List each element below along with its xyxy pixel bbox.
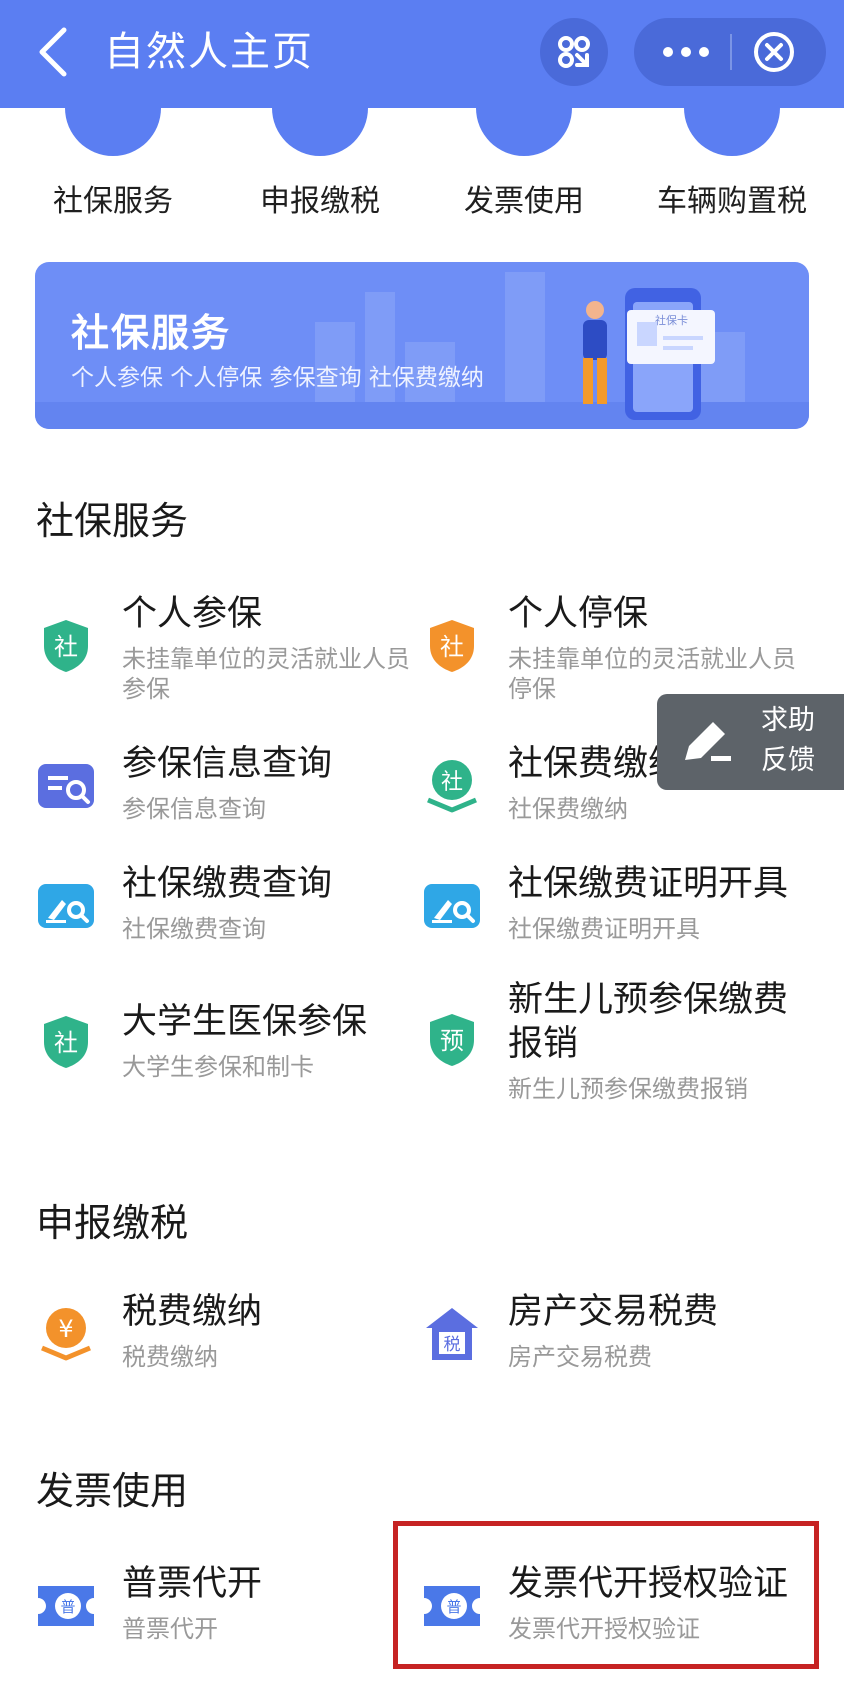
shield-social-icon: 社 — [44, 1016, 88, 1068]
service-title: 大学生医保参保 — [122, 1002, 368, 1042]
category-label: 发票使用 — [464, 184, 584, 219]
svg-text:¥: ¥ — [58, 1315, 73, 1343]
service-item[interactable]: 社 个人参保 未挂靠单位的灵活就业人员参保 — [36, 592, 416, 712]
svg-text:普: 普 — [60, 1598, 75, 1616]
section-title-social: 社保服务 — [36, 499, 189, 543]
shield-pre-icon: 预 — [430, 1014, 474, 1066]
chevron-left-icon[interactable] — [34, 24, 74, 80]
more-dots-icon[interactable] — [658, 38, 714, 66]
service-title: 社保缴费证明开具 — [508, 864, 789, 904]
social-pay-icon: 社 — [427, 760, 477, 813]
svg-text:社: 社 — [54, 1029, 78, 1057]
svg-text:社: 社 — [54, 633, 78, 661]
service-desc: 普票代开 — [122, 1615, 218, 1643]
banner-subtitle: 个人参保 个人停保 参保查询 社保费缴纳 — [71, 365, 484, 391]
service-item[interactable]: ¥ 税费缴纳 税费缴纳 — [36, 1290, 416, 1380]
service-desc: 未挂靠单位的灵活就业人员参保 — [122, 645, 410, 703]
service-title: 个人停保 — [508, 594, 649, 634]
service-desc: 房产交易税费 — [508, 1343, 652, 1371]
ticket-icon: 普 — [38, 1586, 94, 1626]
service-title: 普票代开 — [122, 1564, 263, 1604]
shield-social-stop-icon: 社 — [430, 620, 474, 672]
service-item[interactable]: 税 房产交易税费 房产交易税费 — [422, 1290, 802, 1380]
social-banner[interactable]: 社保卡 社保服务 个人参保 个人停保 参保查询 社保费缴纳 — [35, 262, 809, 429]
svg-text:税: 税 — [444, 1335, 461, 1355]
category-label: 社保服务 — [53, 184, 173, 219]
edit-search-icon — [38, 884, 94, 928]
service-title: 参保信息查询 — [122, 744, 333, 784]
banner-title: 社保服务 — [71, 311, 232, 355]
capsule-divider — [730, 34, 732, 70]
service-desc: 社保费缴纳 — [508, 795, 628, 823]
service-title: 新生儿预参保缴费报销 — [508, 980, 789, 1064]
service-desc: 社保缴费查询 — [122, 915, 266, 943]
mini-program-icon — [558, 36, 590, 68]
page-title: 自然人主页 — [104, 29, 314, 75]
list-search-icon — [38, 764, 94, 808]
help-feedback-button[interactable]: 求助 反馈 — [657, 694, 844, 790]
service-desc: 参保信息查询 — [122, 795, 266, 823]
service-desc: 新生儿预参保缴费报销 — [508, 1075, 748, 1103]
pencil-icon — [685, 722, 731, 761]
service-desc: 社保缴费证明开具 — [508, 915, 700, 943]
svg-text:社: 社 — [441, 770, 463, 795]
capsule-menu — [634, 18, 826, 86]
svg-text:社: 社 — [440, 633, 464, 661]
service-item[interactable]: 社 大学生医保参保 大学生参保和制卡 — [36, 1000, 416, 1090]
service-title: 房产交易税费 — [508, 1292, 719, 1332]
yuan-pay-icon: ¥ — [41, 1308, 91, 1361]
help-label-1: 求助 — [761, 705, 815, 736]
top-bar: 自然人主页 — [0, 0, 844, 108]
section-title-invoice: 发票使用 — [36, 1469, 189, 1513]
help-label-2: 反馈 — [761, 745, 815, 776]
edit-search-icon — [424, 884, 480, 928]
service-desc: 税费缴纳 — [122, 1343, 218, 1371]
section-title-tax: 申报缴税 — [36, 1201, 189, 1245]
service-item[interactable]: 普 普票代开 普票代开 — [36, 1562, 416, 1652]
house-tax-icon: 税 — [426, 1308, 478, 1360]
service-item[interactable]: 参保信息查询 参保信息查询 — [36, 742, 416, 832]
category-label: 车辆购置税 — [657, 184, 807, 219]
mini-program-button[interactable] — [540, 18, 608, 86]
card-label: 社保卡 — [655, 313, 688, 327]
close-circle-icon[interactable] — [752, 30, 796, 74]
service-item[interactable]: 预 新生儿预参保缴费报销 新生儿预参保缴费报销 — [422, 978, 802, 1108]
service-desc: 大学生参保和制卡 — [122, 1053, 314, 1081]
service-item[interactable]: 社保缴费查询 社保缴费查询 — [36, 862, 416, 952]
service-item[interactable]: 社保缴费证明开具 社保缴费证明开具 — [422, 862, 802, 952]
highlight-frame — [393, 1521, 819, 1669]
service-title: 个人参保 — [122, 594, 263, 634]
shield-social-icon: 社 — [44, 620, 88, 672]
category-label: 申报缴税 — [260, 184, 380, 219]
svg-text:预: 预 — [440, 1027, 464, 1055]
service-title: 社保缴费查询 — [122, 864, 333, 904]
service-title: 税费缴纳 — [122, 1292, 263, 1332]
